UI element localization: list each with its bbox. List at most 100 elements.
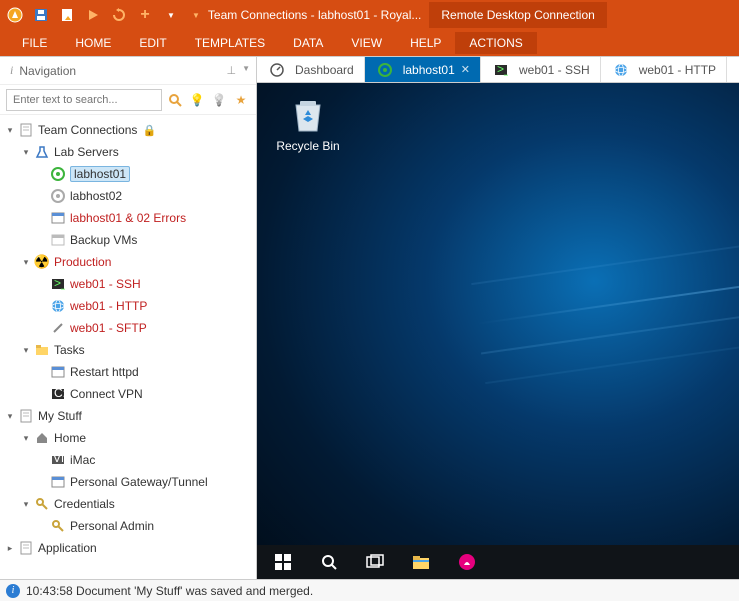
tree-item-connect-vpn[interactable]: C:\ Connect VPN: [0, 383, 256, 405]
quick-access-toolbar: + ▼: [4, 4, 182, 26]
tree-label: Home: [54, 431, 86, 445]
tree-item-personal-gateway-tunnel[interactable]: Personal Gateway/Tunnel: [0, 471, 256, 493]
start-button[interactable]: [261, 545, 305, 579]
navigation-tree: ▾Team Connections🔒▾Lab Serverslabhost01l…: [0, 115, 256, 579]
tree-item-web01-http[interactable]: web01 - HTTP: [0, 295, 256, 317]
tree-item-imac[interactable]: VNCiMac: [0, 449, 256, 471]
app-pinned-icon[interactable]: [445, 545, 489, 579]
search-icon[interactable]: [166, 89, 184, 111]
tab-web01-ssh[interactable]: >_ web01 - SSH: [481, 57, 601, 82]
menu-home[interactable]: HOME: [61, 32, 125, 54]
tab-label: web01 - SSH: [519, 63, 590, 77]
conn-green-icon: [377, 62, 393, 78]
task-view-icon[interactable]: [353, 545, 397, 579]
tab-strip: Dashboard labhost01 ✕ >_ web01 - SSH web01 - …: [257, 57, 739, 83]
terminal-icon: >_: [493, 62, 509, 78]
expander-icon[interactable]: ▾: [4, 411, 16, 422]
tree-item-tasks[interactable]: ▾ Tasks: [0, 339, 256, 361]
tree-item-home[interactable]: ▾ Home: [0, 427, 256, 449]
expander-icon[interactable]: ▾: [20, 345, 32, 356]
svg-text:VNC: VNC: [53, 453, 65, 465]
key-icon: [50, 518, 66, 534]
menu-help[interactable]: HELP: [396, 32, 455, 54]
tree-item-web01-ssh[interactable]: >_web01 - SSH: [0, 273, 256, 295]
qat-dropdown-icon[interactable]: ▼: [160, 4, 182, 26]
bulb-grey-icon[interactable]: 💡: [210, 89, 228, 111]
tree-label: Backup VMs: [70, 233, 137, 247]
menu-data[interactable]: DATA: [279, 32, 337, 54]
tree-label: Tasks: [54, 343, 85, 357]
recycle-bin[interactable]: Recycle Bin: [273, 95, 343, 153]
vnc-icon: VNC: [50, 452, 66, 468]
expander-icon[interactable]: ▸: [4, 543, 16, 554]
tree-label: Connect VPN: [70, 387, 143, 401]
remote-desktop-view[interactable]: Recycle Bin: [257, 83, 739, 579]
app-icon[interactable]: [4, 4, 26, 26]
tree-label: My Stuff: [38, 409, 82, 423]
tab-web01-http[interactable]: web01 - HTTP: [601, 57, 727, 82]
menu-templates[interactable]: TEMPLATES: [181, 32, 279, 54]
status-info-icon: i: [6, 584, 20, 598]
tree-label: Credentials: [54, 497, 115, 511]
taskbar-search-icon[interactable]: [307, 545, 351, 579]
play-icon[interactable]: [82, 4, 104, 26]
expander-icon[interactable]: ▾: [20, 499, 32, 510]
bulb-yellow-icon[interactable]: 💡: [188, 89, 206, 111]
tree-label: Team Connections: [38, 123, 137, 137]
tab-label: Dashboard: [295, 63, 354, 77]
document-icon: [18, 408, 34, 424]
tree-label: Production: [54, 255, 111, 269]
tree-item-labhost02[interactable]: labhost02: [0, 185, 256, 207]
tree-item-restart-httpd[interactable]: Restart httpd: [0, 361, 256, 383]
expander-icon[interactable]: ▾: [4, 125, 16, 136]
tree-item-my-stuff[interactable]: ▾ My Stuff: [0, 405, 256, 427]
tree-item-backup-vms[interactable]: Backup VMs: [0, 229, 256, 251]
svg-text:C:\: C:\: [54, 387, 65, 400]
terminal-icon: >_: [50, 276, 66, 292]
tree-label: Personal Admin: [70, 519, 154, 533]
file-explorer-icon[interactable]: [399, 545, 443, 579]
globe-icon: [613, 62, 629, 78]
recycle-bin-label: Recycle Bin: [273, 139, 343, 153]
conn-green-icon: [50, 166, 66, 182]
expander-icon[interactable]: ▾: [20, 147, 32, 158]
script-icon[interactable]: [56, 4, 78, 26]
tree-item-credentials[interactable]: ▾ Credentials: [0, 493, 256, 515]
search-input[interactable]: [6, 89, 162, 111]
tree-label: labhost01 & 02 Errors: [70, 211, 186, 225]
status-text: 10:43:58 Document 'My Stuff' was saved a…: [26, 584, 313, 598]
main-area: Dashboard labhost01 ✕ >_ web01 - SSH web01 - …: [257, 57, 739, 579]
task-icon: [50, 474, 66, 490]
tree-item-web01-sftp[interactable]: web01 - SFTP: [0, 317, 256, 339]
favorite-icon[interactable]: ★: [232, 89, 250, 111]
tab-label: labhost01: [403, 63, 455, 77]
menu-actions[interactable]: ACTIONS: [455, 32, 536, 54]
flask-icon: [34, 144, 50, 160]
title-dropdown-icon[interactable]: ▼: [192, 11, 200, 20]
tab-labhost01[interactable]: labhost01 ✕: [365, 57, 481, 82]
status-bar: i 10:43:58 Document 'My Stuff' was saved…: [0, 579, 739, 601]
tree-item-team-connections[interactable]: ▾Team Connections🔒: [0, 119, 256, 141]
tree-label: Restart httpd: [70, 365, 139, 379]
tree-item-labhost01[interactable]: labhost01: [0, 163, 256, 185]
tree-item-personal-admin[interactable]: Personal Admin: [0, 515, 256, 537]
tree-item-labhost01-02-errors[interactable]: labhost01 & 02 Errors: [0, 207, 256, 229]
tree-item-application[interactable]: ▸Application: [0, 537, 256, 559]
tab-dashboard[interactable]: Dashboard: [257, 57, 365, 82]
close-icon[interactable]: ✕: [461, 63, 470, 76]
menu-file[interactable]: FILE: [8, 32, 61, 54]
tree-item-lab-servers[interactable]: ▾Lab Servers: [0, 141, 256, 163]
expander-icon[interactable]: ▾: [20, 433, 32, 444]
menu-edit[interactable]: EDIT: [125, 32, 180, 54]
menu-view[interactable]: VIEW: [337, 32, 396, 54]
tree-item-production[interactable]: ▾☢️Production: [0, 251, 256, 273]
folder-icon: [34, 342, 50, 358]
panel-dropdown-icon[interactable]: ▼: [242, 64, 250, 77]
tree-label: labhost02: [70, 189, 122, 203]
expander-icon[interactable]: ▾: [20, 257, 32, 268]
refresh-icon[interactable]: [108, 4, 130, 26]
pin-icon[interactable]: ⊥: [226, 64, 236, 77]
save-icon[interactable]: [30, 4, 52, 26]
svg-text:>_: >_: [497, 63, 508, 76]
add-icon[interactable]: +: [134, 4, 156, 26]
